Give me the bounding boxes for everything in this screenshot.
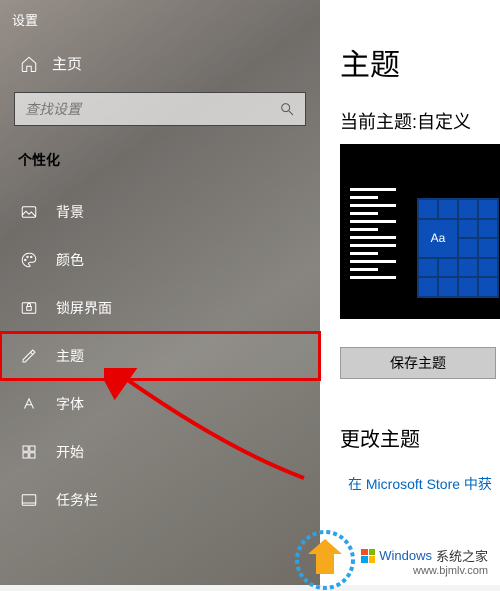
main-panel: 主题 当前主题:自定义 Aa 保存主题 更改主题 在 Microsoft Sto… — [320, 0, 500, 585]
preview-sidebar — [346, 184, 400, 309]
save-theme-button[interactable]: 保存主题 — [340, 347, 496, 379]
page-title: 主题 — [340, 40, 482, 84]
sidebar-item-label: 背景 — [56, 202, 84, 222]
sidebar-item-color[interactable]: 颜色 — [0, 236, 320, 284]
sidebar-item-taskbar[interactable]: 任务栏 — [0, 476, 320, 524]
palette-icon — [20, 251, 38, 269]
image-icon — [20, 203, 38, 221]
preview-tiles: Aa — [417, 198, 499, 298]
sidebar-item-start[interactable]: 开始 — [0, 428, 320, 476]
settings-sidebar: 设置 主页 个性化 背景 颜色 锁屏界面 — [0, 0, 320, 585]
sidebar-item-label: 开始 — [56, 442, 84, 462]
taskbar-icon — [20, 491, 38, 509]
watermark-url: www.bjmlv.com — [413, 565, 488, 577]
sidebar-item-lockscreen[interactable]: 锁屏界面 — [0, 284, 320, 332]
watermark-brand: Windows — [379, 548, 432, 563]
watermark-suffix: 系统之家 — [436, 546, 488, 565]
sidebar-item-home[interactable]: 主页 — [0, 35, 320, 88]
category-label: 个性化 — [0, 144, 320, 188]
sidebar-item-label: 字体 — [56, 394, 84, 414]
start-icon — [20, 443, 38, 461]
app-title: 设置 — [0, 0, 320, 35]
sidebar-item-theme[interactable]: 主题 — [0, 332, 320, 380]
home-icon — [20, 55, 38, 73]
search-icon — [279, 101, 295, 117]
sidebar-item-label: 主题 — [56, 346, 84, 366]
windows-logo-icon — [361, 549, 375, 563]
search-input[interactable] — [25, 101, 279, 117]
sidebar-item-label: 主页 — [52, 53, 82, 74]
sidebar-item-label: 任务栏 — [56, 490, 98, 510]
sidebar-item-label: 锁屏界面 — [56, 298, 112, 318]
store-link-text: 在 Microsoft Store 中获 — [348, 474, 492, 494]
search-box[interactable] — [14, 92, 306, 126]
sidebar-item-label: 颜色 — [56, 250, 84, 270]
sidebar-item-background[interactable]: 背景 — [0, 188, 320, 236]
theme-preview: Aa — [340, 144, 500, 319]
watermark: Windows 系统之家 www.bjmlv.com — [355, 542, 494, 581]
change-theme-title: 更改主题 — [340, 423, 482, 452]
lockscreen-icon — [20, 299, 38, 317]
decorative-badge — [294, 529, 356, 591]
preview-tile-aa: Aa — [419, 220, 457, 257]
store-link-row[interactable]: 在 Microsoft Store 中获 — [340, 474, 482, 494]
sidebar-item-font[interactable]: 字体 — [0, 380, 320, 428]
font-icon — [20, 395, 38, 413]
theme-icon — [20, 347, 38, 365]
current-theme-label: 当前主题:自定义 — [340, 108, 482, 134]
